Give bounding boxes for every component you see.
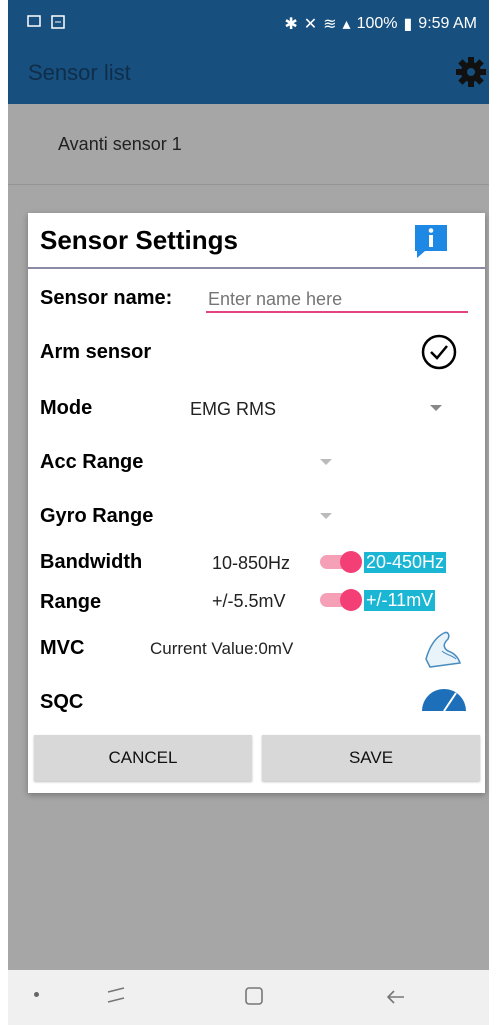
bandwidth-on-value: 20-450Hz bbox=[364, 552, 447, 573]
sensor-name-field[interactable] bbox=[206, 285, 472, 313]
mvc-current-value: Current Value:0mV bbox=[150, 639, 294, 658]
range-label: Range bbox=[40, 591, 102, 613]
mode-dropdown-icon[interactable] bbox=[430, 405, 442, 411]
range-toggle[interactable] bbox=[316, 589, 362, 611]
sensor-list: Avanti sensor 1 bbox=[8, 104, 489, 185]
arm-check-icon[interactable] bbox=[420, 333, 458, 371]
mvc-label: MVC bbox=[40, 637, 85, 659]
recents-icon[interactable] bbox=[106, 984, 128, 1013]
home-icon[interactable] bbox=[244, 986, 266, 1013]
gauge-icon[interactable] bbox=[418, 683, 470, 713]
mode-label: Mode bbox=[40, 397, 93, 419]
app-title: Sensor list bbox=[28, 60, 131, 85]
gyro-range-label: Gyro Range bbox=[40, 505, 154, 527]
notification-icon bbox=[50, 14, 66, 35]
bandwidth-label: Bandwidth bbox=[40, 551, 143, 573]
bandwidth-off-value: 10-850Hz bbox=[212, 553, 291, 573]
muscle-arm-icon[interactable] bbox=[420, 621, 466, 671]
settings-gear-icon[interactable] bbox=[453, 54, 489, 90]
gyro-range-dropdown-icon[interactable] bbox=[320, 513, 332, 519]
system-nav-bar bbox=[8, 970, 489, 1025]
bluetooth-icon: ✱ bbox=[284, 16, 298, 33]
dialog-title: Sensor Settings bbox=[40, 225, 238, 255]
sqc-label: SQC bbox=[40, 691, 84, 713]
info-icon[interactable] bbox=[411, 221, 451, 261]
range-on-value: +/-11mV bbox=[364, 590, 436, 611]
battery-icon: ▮ bbox=[403, 16, 413, 33]
nav-dot-icon bbox=[34, 992, 39, 997]
sensor-name-label: Sensor name: bbox=[40, 287, 173, 309]
battery-percent: 100% bbox=[356, 15, 398, 32]
signal-icon: ▴ bbox=[342, 16, 351, 33]
cancel-button[interactable]: CANCEL bbox=[34, 735, 252, 781]
back-icon[interactable] bbox=[384, 986, 408, 1013]
acc-range-label: Acc Range bbox=[40, 451, 144, 473]
dialog-header: Sensor Settings bbox=[28, 213, 485, 269]
arm-sensor-label: Arm sensor bbox=[40, 341, 152, 363]
clock: 9:59 AM bbox=[418, 15, 477, 32]
cast-icon bbox=[26, 14, 42, 35]
mode-select-value[interactable]: EMG RMS bbox=[190, 399, 276, 420]
save-button[interactable]: SAVE bbox=[262, 735, 480, 781]
range-off-value: +/-5.5mV bbox=[212, 591, 286, 611]
acc-range-dropdown-icon[interactable] bbox=[320, 459, 332, 465]
sensor-name-input[interactable] bbox=[206, 285, 472, 313]
wifi-icon: ≋ bbox=[323, 16, 337, 33]
mute-icon: ✕ bbox=[303, 16, 318, 33]
list-item[interactable]: Avanti sensor 1 bbox=[58, 134, 182, 155]
app-bar: Sensor list bbox=[8, 40, 489, 104]
sensor-settings-dialog: Sensor Settings Sensor name: Arm sensor … bbox=[28, 213, 485, 793]
phone-screen: ✱ ✕ ≋ ▴ 100% ▮ 9:59 AM Sensor list Avant… bbox=[8, 0, 489, 1025]
toggle-knob bbox=[340, 551, 362, 573]
bandwidth-toggle[interactable] bbox=[316, 551, 362, 573]
toggle-knob bbox=[340, 589, 362, 611]
